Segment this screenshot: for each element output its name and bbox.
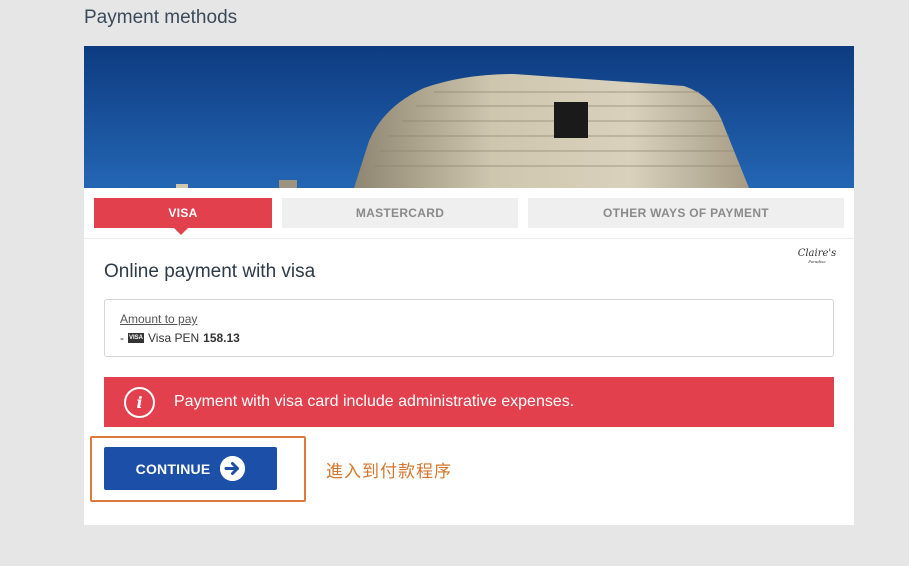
amount-label: Amount to pay (120, 312, 198, 326)
amount-currency: Visa PEN (148, 331, 200, 345)
logo-line2: Paradise (808, 259, 826, 264)
alert-text: Payment with visa card include administr… (174, 393, 575, 410)
annotation-text: 進入到付款程序 (326, 462, 452, 482)
payment-card: VISA MASTERCARD OTHER WAYS OF PAYMENT Cl… (84, 46, 854, 525)
divider (84, 238, 854, 239)
arrow-right-circle-icon (220, 456, 246, 481)
continue-button[interactable]: CONTINUE (104, 447, 277, 490)
tab-other-ways-of-payment[interactable]: OTHER WAYS OF PAYMENT (528, 198, 844, 228)
amount-value: 158.13 (203, 331, 240, 345)
amount-prefix: - (120, 331, 124, 345)
tab-visa[interactable]: VISA (94, 198, 272, 235)
alert-banner: i Payment with visa card include adminis… (104, 377, 834, 427)
page-title: Payment methods (84, 7, 238, 28)
amount-box: Amount to pay - VISA Visa PEN 158.13 (104, 299, 834, 357)
brand-logo: Claire's Paradise (797, 249, 837, 269)
section-title: Online payment with visa (104, 261, 316, 282)
logo-line1: Claire's (797, 248, 837, 259)
continue-label: CONTINUE (135, 460, 211, 477)
tab-mastercard[interactable]: MASTERCARD (282, 198, 518, 228)
amount-line: - VISA Visa PEN 158.13 (120, 331, 240, 345)
payment-tabs: VISA MASTERCARD OTHER WAYS OF PAYMENT (94, 198, 844, 235)
visa-card-icon: VISA (128, 333, 144, 343)
info-icon: i (124, 387, 155, 418)
hero-image (84, 46, 854, 188)
